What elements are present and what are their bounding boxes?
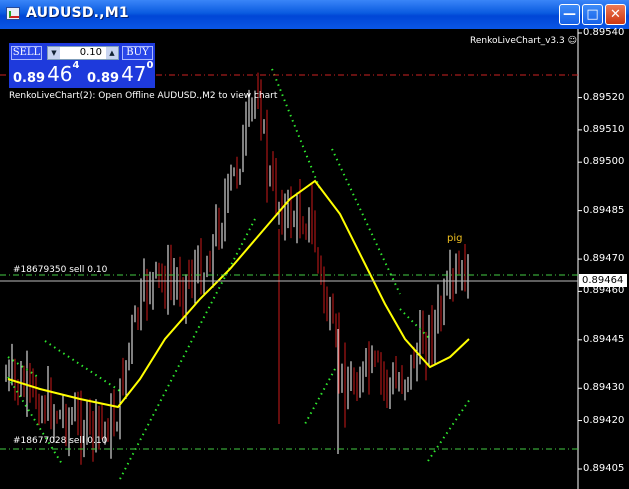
price-tick: 0.89510	[583, 123, 625, 135]
chart-window-icon[interactable]	[6, 7, 20, 20]
indicator-name: RenkoLiveChart_v3.3 ☺	[470, 36, 578, 46]
close-button[interactable]: ✕	[605, 4, 626, 25]
chart-annotation: pig	[447, 233, 463, 244]
price-tick: 0.89520	[583, 91, 625, 103]
sell-quote[interactable]: 0.89 464	[13, 60, 80, 86]
current-price-label: 0.89464	[579, 274, 627, 287]
order-label-1[interactable]: #18679350 sell 0.10	[13, 265, 107, 275]
price-tick: 0.89460	[583, 285, 625, 297]
price-tick: 0.89485	[583, 204, 625, 216]
buy-quote[interactable]: 0.89 470	[87, 60, 154, 86]
sell-button[interactable]: SELL	[11, 46, 42, 60]
price-tick: 0.89430	[583, 382, 625, 394]
lot-decrease-button[interactable]: ▼	[48, 47, 60, 59]
terminal-window: AUDUSD.,M1 — □ ✕ 0.89540 0.89520 0.89510 0.…	[0, 0, 629, 489]
smiley-icon: ☺	[567, 36, 578, 46]
price-tick: 0.89405	[583, 463, 625, 474]
price-tick: 0.89445	[583, 333, 625, 345]
one-click-trading-panel: SELL ▼ 0.10 ▲ BUY 0.89 464 0.89 470	[9, 43, 155, 88]
price-tick: 0.89470	[583, 253, 625, 265]
price-tick: 0.89540	[583, 27, 625, 38]
buy-button[interactable]: BUY	[122, 46, 153, 60]
price-tick: 0.89500	[583, 156, 625, 168]
order-label-2[interactable]: #18677028 sell 0.10	[13, 436, 107, 446]
title-bar[interactable]: AUDUSD.,M1 — □ ✕	[0, 0, 629, 29]
window-title: AUDUSD.,M1	[26, 5, 129, 21]
lot-size-input[interactable]: ▼ 0.10 ▲	[47, 46, 119, 60]
indicator-message: RenkoLiveChart(2): Open Offline AUDUSD.,…	[9, 91, 278, 101]
lot-increase-button[interactable]: ▲	[106, 47, 118, 59]
minimize-button[interactable]: —	[559, 4, 580, 25]
price-chart[interactable]: 0.89540 0.89520 0.89510 0.89500 0.89485 0.894…	[0, 27, 629, 489]
maximize-button[interactable]: □	[582, 4, 603, 25]
lot-value: 0.10	[79, 47, 102, 58]
price-tick: 0.89420	[583, 414, 625, 426]
